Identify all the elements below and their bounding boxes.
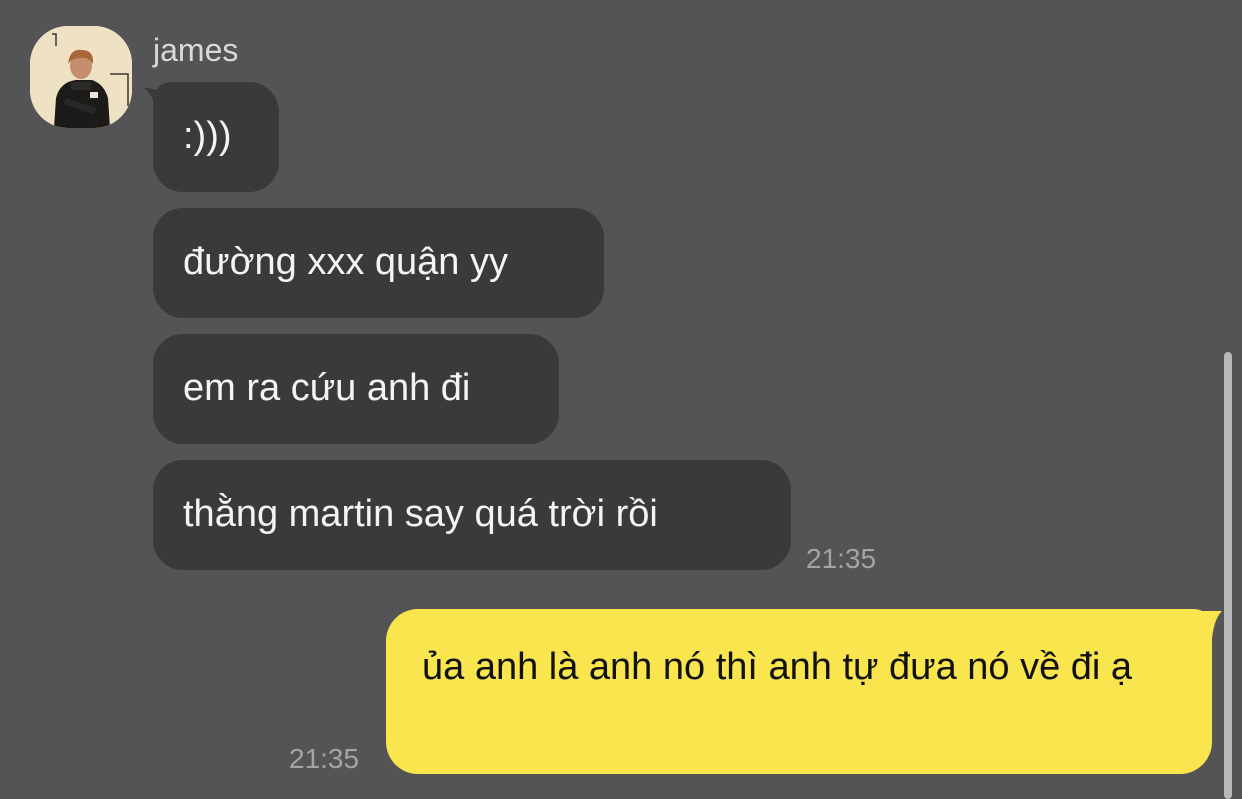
- message-bubble-incoming[interactable]: em ra cứu anh đi: [153, 334, 559, 444]
- profile-photo-icon: [30, 26, 132, 128]
- message-text: đường xxx quận yy: [183, 241, 508, 283]
- message-text: em ra cứu anh đi: [183, 367, 471, 409]
- message-text: :))): [183, 115, 232, 157]
- message-timestamp: 21:35: [289, 743, 360, 774]
- message-timestamp: 21:35: [806, 543, 877, 574]
- message-text: thằng martin say quá trời rồi: [183, 493, 658, 535]
- message-bubble-incoming[interactable]: :))): [153, 82, 279, 192]
- message-bubble-incoming[interactable]: thằng martin say quá trời rồi: [153, 460, 791, 570]
- message-text: ủa anh là anh nó thì anh tự đưa nó về đi…: [422, 646, 1133, 688]
- contact-avatar[interactable]: [30, 26, 132, 128]
- message-bubble-incoming[interactable]: đường xxx quận yy: [153, 208, 604, 318]
- message-bubble-outgoing[interactable]: ủa anh là anh nó thì anh tự đưa nó về đi…: [386, 609, 1212, 774]
- sender-name: james: [153, 32, 239, 68]
- scrollbar[interactable]: [1224, 352, 1232, 799]
